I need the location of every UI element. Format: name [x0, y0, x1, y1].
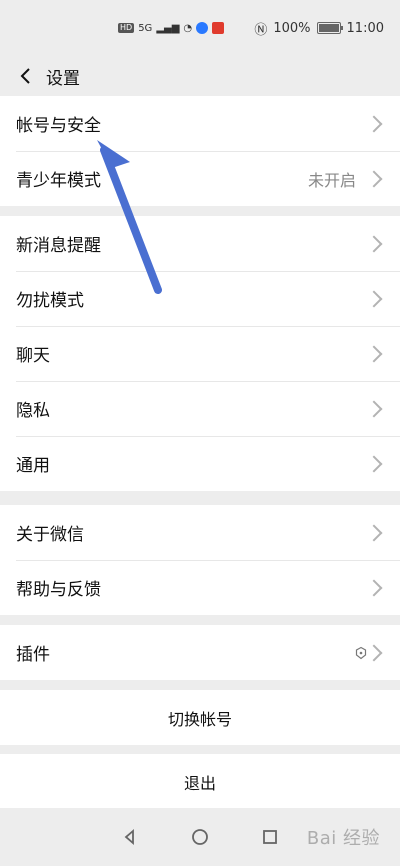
- plugins-group: 插件: [0, 625, 400, 680]
- chevron-right-icon: [365, 290, 383, 307]
- battery-icon: [316, 22, 343, 34]
- hd-badge: HD: [118, 23, 135, 33]
- circle-home-icon: [192, 829, 208, 845]
- settings-row-label: 隐私: [16, 401, 50, 421]
- settings-row-plugins[interactable]: 插件: [0, 625, 400, 680]
- settings-row-do-not-disturb[interactable]: 勿扰模式: [0, 271, 400, 326]
- settings-row-label: 新消息提醒: [16, 236, 101, 256]
- settings-row-label: 插件: [16, 645, 50, 665]
- settings-row-label: 帮助与反馈: [16, 580, 101, 600]
- status-bar: HD 5G ▂▄▆ ◔ Ⓝ 100% 11:00: [0, 0, 400, 56]
- nfc-icon: Ⓝ: [254, 22, 268, 38]
- switch-account-label: 切换帐号: [167, 709, 232, 729]
- chevron-right-icon: [365, 345, 383, 362]
- settings-row-label: 通用: [16, 456, 50, 476]
- page-title: 设置: [46, 68, 80, 89]
- app-icon-f: [212, 22, 225, 34]
- chevron-right-icon: [365, 400, 383, 417]
- settings-row-account-security[interactable]: 帐号与安全: [0, 96, 400, 151]
- chevron-right-icon: [365, 455, 383, 472]
- settings-row-general[interactable]: 通用: [0, 436, 400, 491]
- settings-group: 新消息提醒 勿扰模式 聊天 隐私 通用: [0, 216, 400, 491]
- back-button[interactable]: [14, 64, 38, 88]
- chevron-right-icon: [365, 644, 383, 661]
- chevron-right-icon: [365, 524, 383, 541]
- logout-button[interactable]: 退出: [0, 754, 400, 809]
- settings-row-label: 青少年模式: [16, 171, 101, 191]
- battery-percent: 100%: [273, 20, 311, 36]
- settings-row-label: 帐号与安全: [16, 116, 101, 136]
- youth-mode-status: 未开启: [307, 170, 356, 190]
- settings-row-privacy[interactable]: 隐私: [0, 381, 400, 436]
- settings-row-help-feedback[interactable]: 帮助与反馈: [0, 560, 400, 615]
- settings-row-label: 关于微信: [16, 525, 84, 545]
- switch-account-button[interactable]: 切换帐号: [0, 690, 400, 745]
- settings-row-label: 勿扰模式: [16, 291, 84, 311]
- logout-group: 退出: [0, 754, 400, 809]
- app-icon-s: [196, 22, 209, 34]
- about-group: 关于微信 帮助与反馈: [0, 505, 400, 615]
- time-label: 11:00: [346, 20, 384, 36]
- signal-5g-label: 5G: [138, 22, 153, 34]
- chevron-left-icon: [20, 68, 30, 84]
- square-recent-icon: [263, 830, 277, 844]
- wifi-icon: ◔: [183, 22, 193, 34]
- settings-row-label: 聊天: [16, 346, 50, 366]
- watermark: Bai 经验: [306, 828, 380, 849]
- recent-apps-button[interactable]: [257, 824, 283, 850]
- status-right-icons: Ⓝ 100% 11:00: [254, 19, 384, 38]
- switch-account-group: 切换帐号: [0, 690, 400, 745]
- account-group: 帐号与安全 青少年模式 未开启: [0, 96, 400, 206]
- triangle-back-icon: [124, 829, 134, 845]
- page-header: 设置: [0, 56, 400, 96]
- home-nav-button[interactable]: [187, 824, 213, 850]
- chevron-right-icon: [365, 235, 383, 252]
- chevron-right-icon: [365, 170, 383, 187]
- status-left-icons: HD 5G ▂▄▆ ◔: [118, 22, 225, 34]
- chevron-right-icon: [365, 115, 383, 132]
- chevron-right-icon: [365, 579, 383, 596]
- settings-row-new-message-alerts[interactable]: 新消息提醒: [0, 216, 400, 271]
- settings-row-about-wechat[interactable]: 关于微信: [0, 505, 400, 560]
- signal-bars-icon: ▂▄▆: [156, 22, 180, 34]
- logout-label: 退出: [183, 773, 216, 793]
- settings-row-youth-mode[interactable]: 青少年模式 未开启: [0, 151, 400, 206]
- back-nav-button[interactable]: [117, 824, 143, 850]
- settings-row-chat[interactable]: 聊天: [0, 326, 400, 381]
